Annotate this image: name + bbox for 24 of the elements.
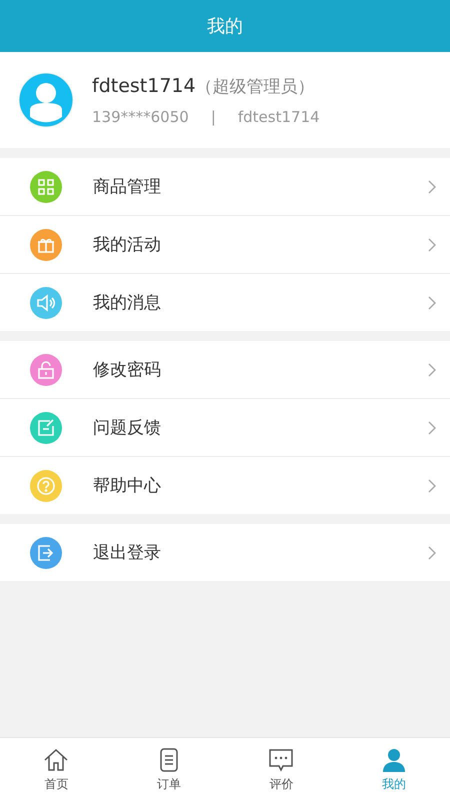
- user-role: （超级管理员）: [196, 76, 315, 98]
- menu-item[interactable]: 我的消息: [0, 273, 450, 331]
- nav-tab[interactable]: 订单: [112, 738, 225, 800]
- user-name: fdtest1714: [92, 74, 196, 96]
- chevron-icon: [428, 238, 436, 252]
- nav-tab[interactable]: 评价: [225, 738, 338, 800]
- nav-tab[interactable]: 首页: [0, 738, 112, 800]
- menu-item[interactable]: 商品管理: [0, 158, 450, 215]
- chevron-icon: [428, 420, 436, 434]
- menu-item[interactable]: 修改密码: [0, 341, 450, 398]
- phone-number: 139****6050: [92, 108, 189, 126]
- menu-item[interactable]: 我的活动: [0, 215, 450, 273]
- chevron-icon: [428, 546, 436, 560]
- account-name: fdtest1714: [238, 108, 320, 126]
- avatar-icon: [18, 72, 74, 128]
- chevron-icon: [428, 296, 436, 310]
- separator: |: [210, 108, 216, 126]
- menu-item[interactable]: 退出登录: [0, 524, 450, 581]
- menu-item[interactable]: 帮助中心: [0, 456, 450, 514]
- menu-item[interactable]: 问题反馈: [0, 398, 450, 456]
- page-title: 我的: [207, 15, 243, 38]
- chevron-icon: [428, 362, 436, 376]
- chevron-icon: [428, 478, 436, 492]
- chevron-icon: [428, 180, 436, 194]
